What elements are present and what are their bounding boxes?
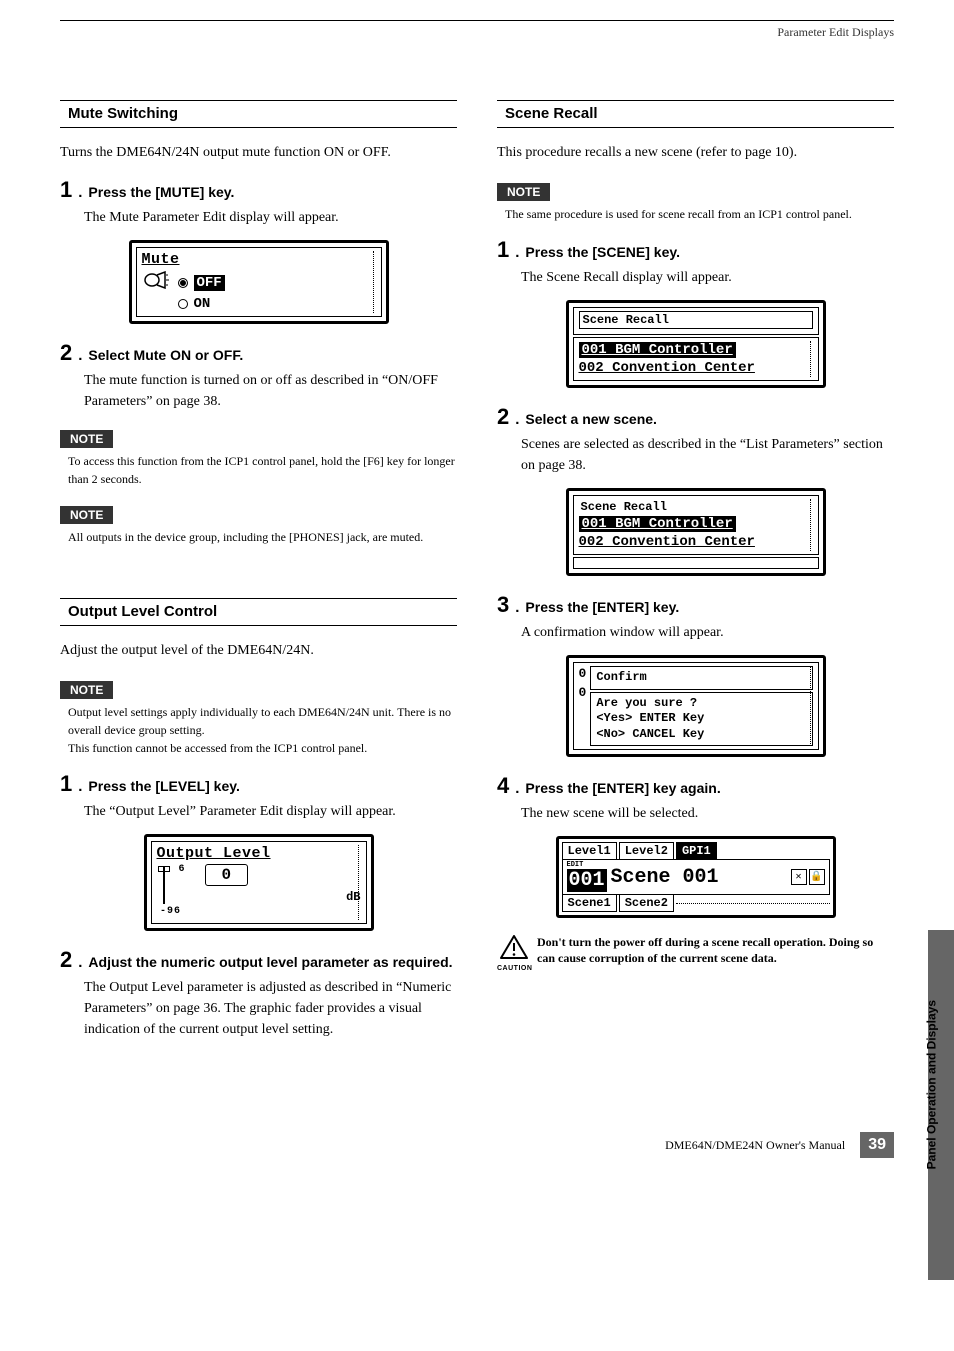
speaker-icon [142, 271, 172, 294]
step-row: 2. Adjust the numeric output level param… [60, 947, 457, 973]
confirm-title: Confirm [590, 666, 812, 690]
fader-icon [157, 864, 173, 906]
note-tag: NOTE [60, 506, 113, 524]
intro-text: Adjust the output level of the DME64N/24… [60, 640, 457, 661]
tab-gpi1: GPI1 [676, 842, 717, 859]
scene-name: Scene 001 [611, 866, 719, 889]
step-title: Press the [ENTER] key. [525, 599, 679, 615]
note-tag: NOTE [497, 183, 550, 201]
step-number: 1 [497, 237, 509, 263]
step-body: The Mute Parameter Edit display will app… [84, 207, 457, 228]
step-number: 1 [60, 771, 72, 797]
step-title: Press the [SCENE] key. [525, 244, 680, 260]
lcd-title-text: Scene Recall [579, 499, 813, 515]
running-head: Parameter Edit Displays [60, 25, 894, 40]
step-number: 2 [497, 404, 509, 430]
step-title: Press the [ENTER] key again. [525, 780, 720, 796]
step-dot: . [78, 184, 82, 201]
scene-number: 001 [567, 869, 607, 892]
section-heading-scene: Scene Recall [497, 100, 894, 128]
tab-scene1: Scene1 [562, 895, 617, 912]
level-value: 0 [205, 864, 249, 886]
step-number: 3 [497, 592, 509, 618]
page-footer: DME64N/DME24N Owner's Manual 39 [60, 1132, 894, 1158]
lcd-title-box: Scene Recall [579, 311, 813, 329]
step-title: Select Mute ON or OFF. [88, 347, 243, 363]
step-title: Press the [MUTE] key. [88, 184, 234, 200]
step-row: 1. Press the [SCENE] key. [497, 237, 894, 263]
scene-list-item: 002 Convention_Center [579, 534, 755, 550]
tab-level2: Level2 [619, 842, 674, 859]
step-row: 4. Press the [ENTER] key again. [497, 773, 894, 799]
note-body: The same procedure is used for scene rec… [505, 205, 894, 223]
step-number: 2 [60, 947, 72, 973]
lcd-scene-recall-2: Scene Recall 001 BGM_Controller 002 Conv… [566, 488, 826, 576]
lock-icon: 🔒 [809, 869, 825, 885]
scene-list-item: 001 BGM_Controller [579, 342, 736, 358]
lcd-main-panel: Level1 Level2 GPI1 EDIT 001 Scene 001 ✕ … [556, 836, 836, 917]
note-body: Output level settings apply individually… [68, 703, 457, 757]
radio-filled-icon [178, 278, 188, 288]
caution-triangle-icon [497, 934, 531, 965]
section-heading-label: Scene Recall [505, 105, 598, 122]
page-number: 39 [860, 1132, 894, 1158]
lcd-output-level: Output Level 6 -96 0 dB [144, 834, 374, 931]
lcd-title: Output Level [157, 845, 361, 862]
step-body: The Output Level parameter is adjusted a… [84, 977, 457, 1040]
step-body: The new scene will be selected. [521, 803, 894, 824]
radio-empty-icon [178, 299, 188, 309]
step-body: The “Output Level” Parameter Edit displa… [84, 801, 457, 822]
section-heading-label: Mute Switching [68, 105, 178, 122]
fader-min: -96 [160, 906, 181, 917]
step-row: 1. Press the [MUTE] key. [60, 177, 457, 203]
side-tab-label: Panel Operation and Displays [924, 1000, 938, 1169]
step-body: A confirmation window will appear. [521, 622, 894, 643]
note-body: To access this function from the ICP1 co… [68, 452, 457, 488]
manual-title: DME64N/DME24N Owner's Manual [665, 1138, 845, 1152]
section-heading-output: Output Level Control [60, 598, 457, 626]
step-body: Scenes are selected as described in the … [521, 434, 894, 476]
scene-list-item: 002 Convention_Center [579, 360, 755, 376]
tab-scene2: Scene2 [619, 895, 674, 912]
step-number: 2 [60, 340, 72, 366]
step-row: 3. Press the [ENTER] key. [497, 592, 894, 618]
tab-level1: Level1 [562, 842, 617, 859]
scene-list-item: 001 BGM_Controller [579, 516, 736, 532]
intro-text: Turns the DME64N/24N output mute functio… [60, 142, 457, 163]
confirm-line: <No> CANCEL Key [596, 727, 806, 743]
section-heading-mute: Mute Switching [60, 100, 457, 128]
note-tag: NOTE [60, 681, 113, 699]
mute-icon: ✕ [791, 869, 807, 885]
step-row: 2. Select a new scene. [497, 404, 894, 430]
caution-text: Don't turn the power off during a scene … [537, 934, 894, 968]
lcd-scene-recall-1: Scene Recall 001 BGM_Controller 002 Conv… [566, 300, 826, 388]
lcd-title: Mute [142, 251, 376, 268]
lcd-mute: Mute OFF [129, 240, 389, 324]
note-tag: NOTE [60, 430, 113, 448]
lcd-confirm: 0 0 Confirm Are you sure ? <Yes> ENTER K… [566, 655, 826, 757]
step-row: 2. Select Mute ON or OFF. [60, 340, 457, 366]
note-body: All outputs in the device group, includi… [68, 528, 457, 546]
section-heading-label: Output Level Control [68, 603, 217, 620]
confirm-line: Are you sure ? [596, 696, 806, 712]
intro-text: This procedure recalls a new scene (refe… [497, 142, 894, 163]
step-body: The Scene Recall display will appear. [521, 267, 894, 288]
step-number: 4 [497, 773, 509, 799]
step-row: 1. Press the [LEVEL] key. [60, 771, 457, 797]
caution-label: CAUTION [497, 965, 531, 972]
confirm-line: <Yes> ENTER Key [596, 711, 806, 727]
caution-block: CAUTION Don't turn the power off during … [497, 934, 894, 972]
lcd-option-on: ON [194, 296, 211, 312]
step-title: Select a new scene. [525, 411, 657, 427]
step-title: Press the [LEVEL] key. [88, 778, 239, 794]
step-number: 1 [60, 177, 72, 203]
step-title: Adjust the numeric output level paramete… [88, 954, 452, 970]
lcd-option-off: OFF [194, 275, 225, 291]
step-body: The mute function is turned on or off as… [84, 370, 457, 412]
